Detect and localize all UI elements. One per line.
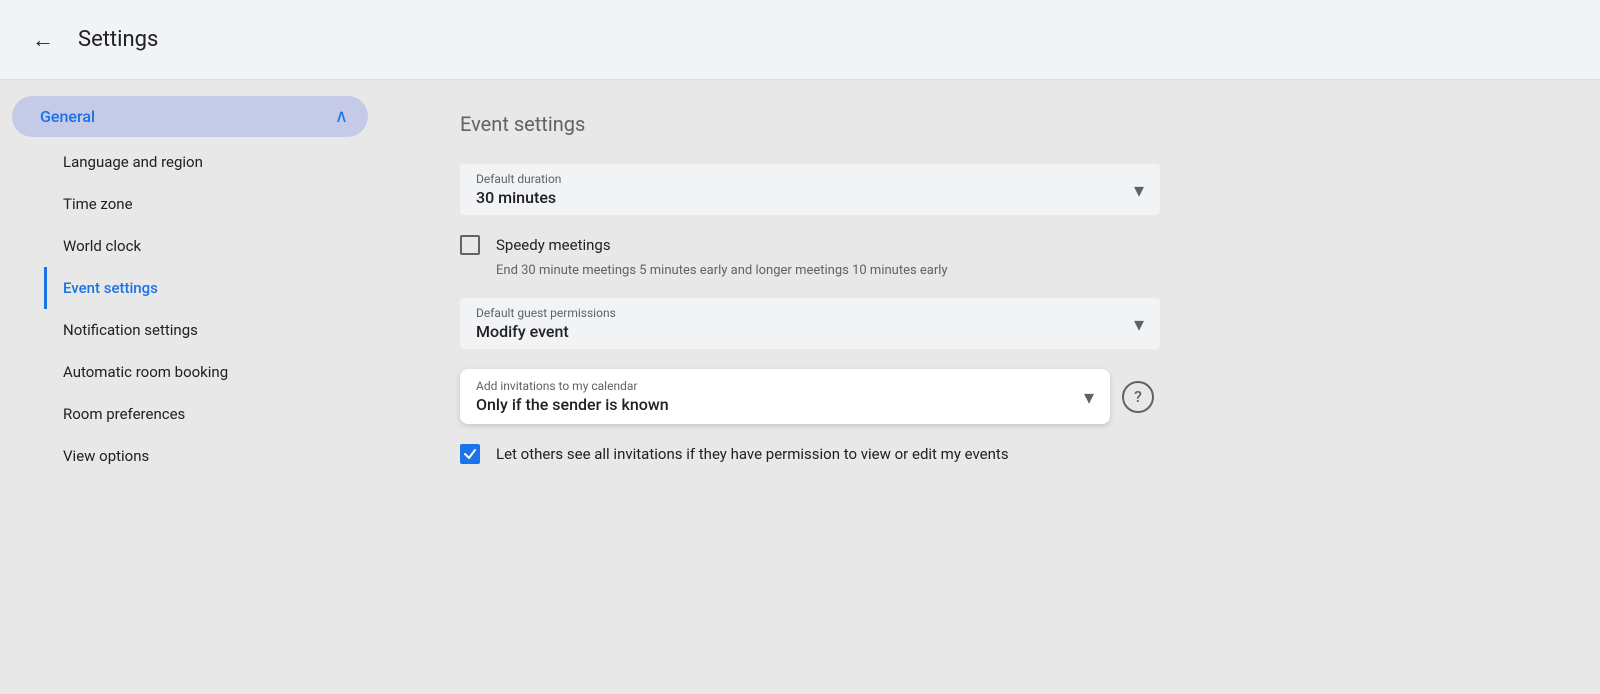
help-icon[interactable]: ?: [1122, 381, 1154, 413]
default-guest-permissions-dropdown[interactable]: Default guest permissions Modify event ▾: [460, 298, 1160, 349]
default-duration-dropdown[interactable]: Default duration 30 minutes ▾: [460, 164, 1160, 215]
add-invitations-label: Add invitations to my calendar: [476, 379, 1094, 393]
page-title: Settings: [78, 27, 158, 52]
sidebar-general-header[interactable]: General ∧: [12, 96, 368, 137]
sidebar-item-worldclock[interactable]: World clock: [44, 225, 380, 267]
let-others-label: Let others see all invitations if they h…: [496, 445, 1009, 463]
header: ← Settings: [0, 0, 1600, 80]
default-duration-label: Default duration: [476, 172, 1144, 186]
default-guest-value: Modify event: [476, 322, 1144, 341]
sidebar-item-language[interactable]: Language and region: [44, 141, 380, 183]
dropdown-invite-arrow-icon: ▾: [1084, 385, 1094, 409]
main-content: Event settings Default duration 30 minut…: [380, 80, 1600, 693]
let-others-row: Let others see all invitations if they h…: [460, 444, 1520, 464]
speedy-meetings-checkbox[interactable]: [460, 235, 480, 255]
speedy-meetings-label: Speedy meetings: [496, 236, 611, 254]
speedy-meetings-hint: End 30 minute meetings 5 minutes early a…: [496, 263, 1520, 278]
sidebar-item-notification[interactable]: Notification settings: [44, 309, 380, 351]
sidebar-subitems: Language and region Time zone World cloc…: [0, 141, 380, 477]
sidebar-item-roombook[interactable]: Automatic room booking: [44, 351, 380, 393]
let-others-checkbox[interactable]: [460, 444, 480, 464]
add-invitations-value: Only if the sender is known: [476, 395, 1094, 414]
sidebar: General ∧ Language and region Time zone …: [0, 80, 380, 693]
sidebar-item-timezone[interactable]: Time zone: [44, 183, 380, 225]
speedy-meetings-row: Speedy meetings: [460, 235, 1520, 255]
sidebar-item-eventsettings[interactable]: Event settings: [44, 267, 380, 309]
sidebar-item-roomprefs[interactable]: Room preferences: [44, 393, 380, 435]
sidebar-general-label: General: [40, 107, 95, 126]
default-duration-value: 30 minutes: [476, 188, 1144, 207]
section-title: Event settings: [460, 112, 1520, 136]
invite-dropdown-container: Add invitations to my calendar Only if t…: [460, 369, 1520, 424]
main-layout: General ∧ Language and region Time zone …: [0, 80, 1600, 693]
dropdown-guest-arrow-icon: ▾: [1134, 312, 1144, 336]
add-invitations-dropdown[interactable]: Add invitations to my calendar Only if t…: [460, 369, 1110, 424]
chevron-up-icon: ∧: [335, 106, 348, 127]
default-guest-label: Default guest permissions: [476, 306, 1144, 320]
back-button[interactable]: ←: [24, 23, 62, 57]
sidebar-item-viewopts[interactable]: View options: [44, 435, 380, 477]
dropdown-arrow-icon: ▾: [1134, 178, 1144, 202]
checkmark-icon: [463, 447, 477, 461]
